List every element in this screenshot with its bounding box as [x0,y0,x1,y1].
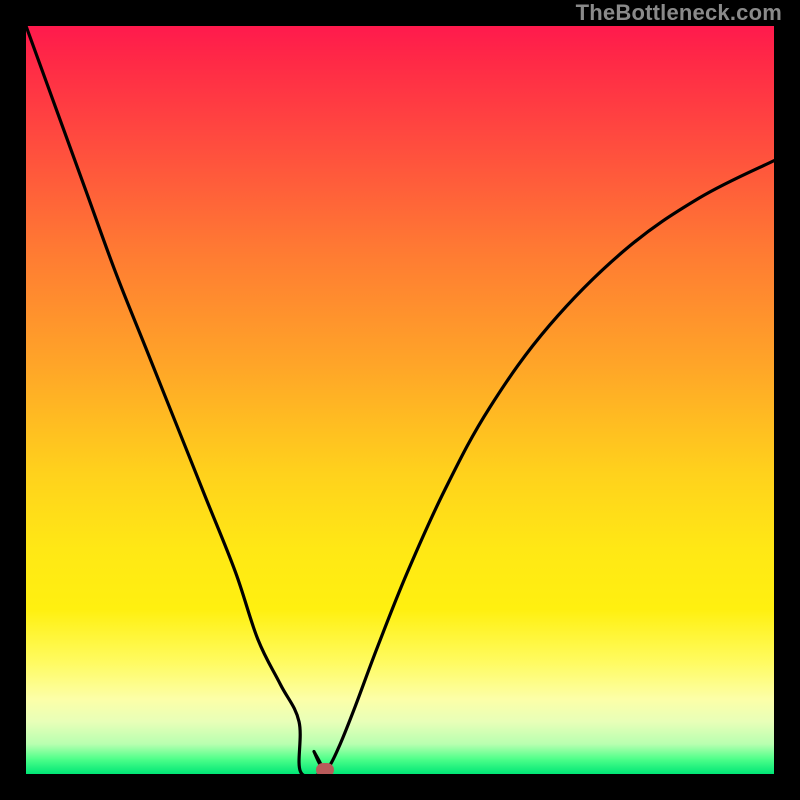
optimum-marker [316,763,334,774]
watermark-text: TheBottleneck.com [576,0,782,26]
bottleneck-curve [26,26,774,774]
plot-area [26,26,774,774]
chart-frame: TheBottleneck.com [0,0,800,800]
